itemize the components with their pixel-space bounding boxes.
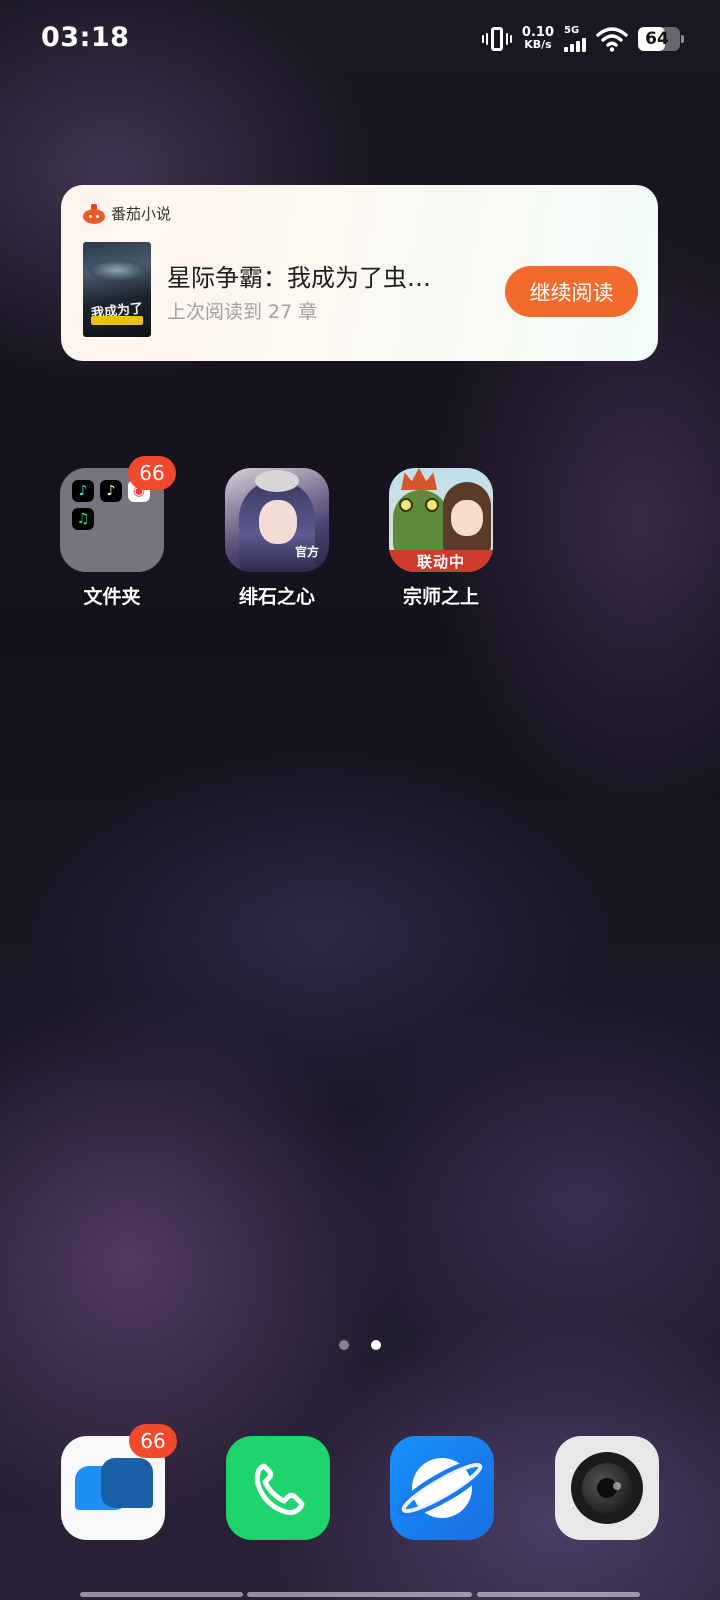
network-type: 5G [564,25,580,36]
vibrate-icon [481,26,512,52]
network-speed: 0.10 KB/s [522,26,554,51]
status-icons: 0.10 KB/s 5G 64 [481,24,684,54]
camera-app-icon[interactable] [555,1436,659,1540]
folder-badge: 66 [128,456,176,490]
zongshizhishang-icon[interactable]: 联动中 [389,468,493,572]
continue-reading-button[interactable]: 继续阅读 [505,266,638,317]
app-label: 宗师之上 [402,586,479,608]
page-dot-1[interactable] [339,1340,349,1350]
douyin-icon: ♪ [100,480,122,502]
network-speed-unit: KB/s [524,38,552,51]
phone-app-icon[interactable] [226,1436,330,1540]
icon-tag: 联动中 [389,550,493,572]
wifi-icon [596,27,628,52]
book-cover[interactable]: 我成为了 [83,242,151,337]
planet-browser-icon [396,1458,488,1518]
browser-app-icon[interactable] [390,1436,494,1540]
app-label: 文件夹 [83,586,141,608]
status-bar: 03:18 0.10 KB/s 5G 64 [0,0,720,78]
nav-handle-right [477,1592,640,1597]
nav-handle-left [80,1592,243,1597]
widget-header: 番茄小说 [83,203,171,224]
app-feishizhixin[interactable]: 官方 绯石之心 [207,468,347,609]
novel-reading-widget[interactable]: 番茄小说 我成为了 星际争霸：我成为了虫… 上次阅读到 27 章 继续阅读 [61,185,658,361]
nav-handle-center[interactable] [247,1592,472,1597]
app-label: 绯石之心 [238,586,315,608]
reading-progress: 上次阅读到 27 章 [167,301,318,323]
icon-tag: 官方 [294,545,319,559]
app-zongshizhishang[interactable]: 联动中 宗师之上 [371,468,511,609]
phone-handset-icon [254,1463,305,1515]
battery-icon: 64 [638,27,684,51]
page-dot-2-active[interactable] [371,1340,381,1350]
music-mini-icon: ♫ [72,508,94,530]
book-title: 星际争霸：我成为了虫… [167,264,431,292]
cellular-signal-icon: 5G [564,26,586,52]
battery-level: 64 [645,29,669,49]
widget-app-name: 番茄小说 [111,205,172,223]
feishizhixin-icon[interactable]: 官方 [225,468,329,572]
douyin-lite-icon: ♪ [72,480,94,502]
messages-badge: 66 [129,1424,177,1458]
app-folder[interactable]: ♪ ♪ ◉ ♫ 66 文件夹 [42,456,182,609]
clock: 03:18 [41,22,130,53]
tomato-novel-logo-icon [83,203,105,224]
